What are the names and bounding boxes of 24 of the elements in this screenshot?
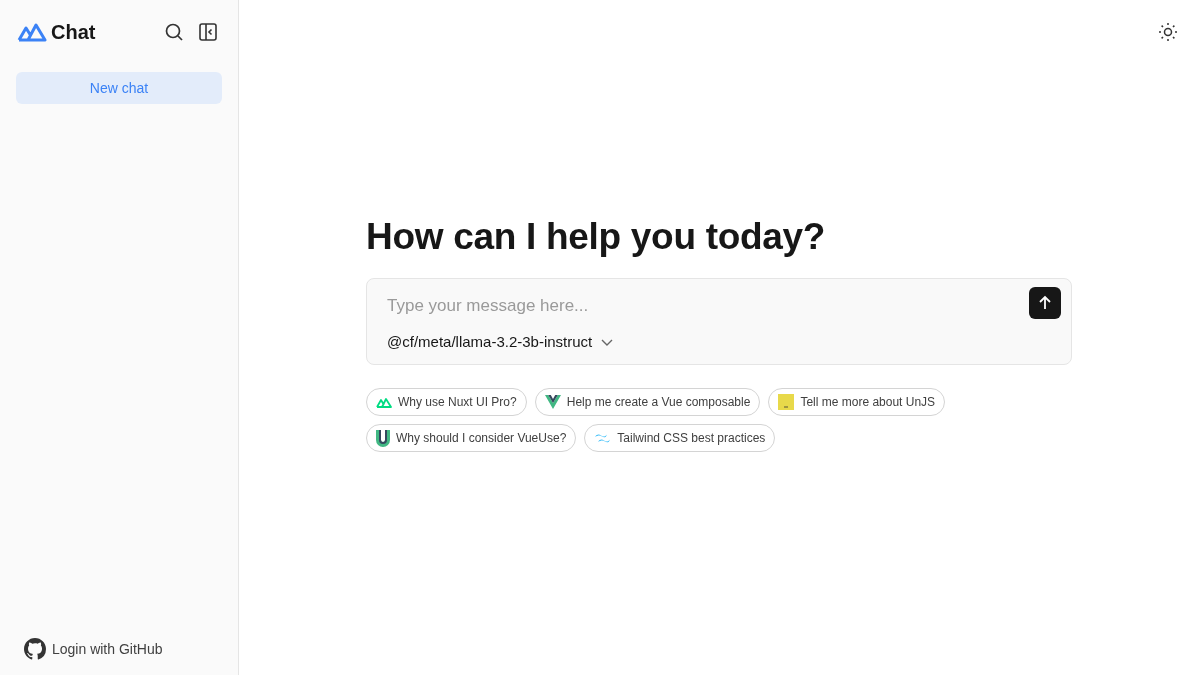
wave-icon (594, 433, 612, 443)
login-github-button[interactable]: Login with GitHub (16, 629, 222, 669)
suggestion-chip[interactable]: Help me create a Vue composable (534, 388, 761, 416)
welcome-heading: How can I help you today? (366, 216, 827, 258)
suggestion-chip[interactable]: Tailwind CSS best practices (584, 424, 776, 452)
send-button[interactable] (1029, 287, 1061, 319)
v-logo-icon (544, 395, 561, 409)
sidebar-collapse-icon (198, 22, 218, 42)
suggestion-chip[interactable]: Why use Nuxt UI Pro? (366, 388, 527, 416)
u-logo-icon (376, 429, 390, 447)
mountain-icon (376, 396, 392, 408)
sun-icon (1158, 22, 1178, 42)
model-select[interactable]: @cf/meta/llama-3.2-3b-instruct (387, 333, 615, 350)
theme-toggle-button[interactable] (1156, 20, 1180, 44)
square-logo-icon (778, 394, 795, 410)
search-icon (164, 22, 184, 42)
suggestion-chip[interactable]: Why should I consider VueUse? (366, 424, 577, 452)
suggestion-chip[interactable]: Tell me more about UnJS (768, 388, 946, 416)
github-icon (24, 638, 46, 660)
arrow-up-icon (1037, 295, 1053, 311)
logo-icon (17, 22, 47, 42)
message-input[interactable]: Type your message here... (387, 290, 1029, 316)
message-composer[interactable]: Type your message here... @cf/meta/llama-3.2-3b-instruct (366, 278, 1072, 365)
app-title: Chat (51, 20, 96, 44)
